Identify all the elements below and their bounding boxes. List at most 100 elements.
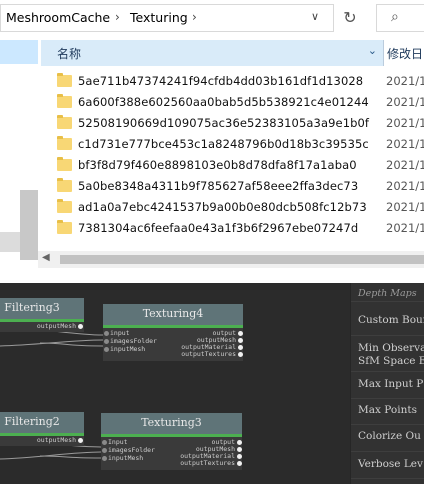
- file-explorer-window: MeshroomCache › Texturing › ∨ ↻ ⌕ 名称 ⌄ 修…: [0, 0, 424, 275]
- file-date: 2021/1: [386, 116, 424, 130]
- node-status-bar: [101, 434, 242, 437]
- list-item[interactable]: 7381304ac6feefaa0e43a1f3b6f2967ebe07247d…: [41, 218, 424, 239]
- output-port[interactable]: [238, 345, 243, 350]
- output-port[interactable]: [237, 454, 242, 459]
- attribute-custom-bounding[interactable]: Custom Bounding: [358, 314, 424, 326]
- output-port[interactable]: [238, 352, 243, 357]
- file-name: bf3f8d79f460e8898103e0b8d78dfa8f17a1aba0: [78, 158, 357, 172]
- input-port[interactable]: [104, 339, 109, 344]
- output-port[interactable]: [78, 324, 83, 329]
- address-bar[interactable]: MeshroomCache › Texturing › ∨: [0, 4, 334, 32]
- port-output-label: outputMesh: [36, 322, 76, 330]
- navigation-selected-item[interactable]: [0, 40, 38, 64]
- attribute-group-header: Depth Maps: [358, 288, 417, 299]
- list-item[interactable]: ad1a0a7ebc4241537b9a00b0e80dcb508fc12b73…: [41, 197, 424, 218]
- port-input-label: inputMesh: [108, 454, 144, 462]
- node-title: Texturing4: [103, 304, 243, 325]
- node-filtering3[interactable]: Filtering3 outputMesh: [0, 298, 84, 332]
- input-port[interactable]: [102, 440, 107, 445]
- attribute-min-observation[interactable]: Min Observation: [358, 342, 424, 354]
- address-dropdown-icon[interactable]: ∨: [311, 10, 319, 23]
- input-port[interactable]: [102, 456, 107, 461]
- divider: [351, 398, 424, 399]
- output-port[interactable]: [237, 447, 242, 452]
- file-date: 2021/1: [386, 221, 424, 235]
- navigation-pane-item[interactable]: [0, 232, 20, 252]
- input-port[interactable]: [104, 331, 109, 336]
- file-date: 2021/1: [386, 74, 424, 88]
- horizontal-scrollbar[interactable]: ◀: [38, 251, 424, 268]
- attribute-max-points[interactable]: Max Points: [358, 404, 417, 416]
- node-texturing3[interactable]: Texturing3 Input imagesFolder inputMesh …: [101, 413, 242, 470]
- node-title: Filtering3: [0, 298, 84, 319]
- output-port[interactable]: [238, 338, 243, 343]
- folder-icon: [57, 157, 72, 171]
- column-name-label: 名称: [57, 47, 82, 61]
- list-item[interactable]: 52508190669d109075ac36e52383105a3a9e1b0f…: [41, 113, 424, 134]
- input-port[interactable]: [104, 347, 109, 352]
- port-input-label: input: [110, 329, 130, 337]
- folder-icon: [57, 220, 72, 234]
- port-input-label: imagesFolder: [108, 446, 155, 454]
- file-name: 5a0be8348a4311b9f785627af58eee2ffa3dec73: [78, 179, 359, 193]
- file-name: 6a600f388e602560aa0bab5d5b538921c4e01244: [78, 95, 369, 109]
- input-port[interactable]: [102, 448, 107, 453]
- port-output-label: outputTextures: [181, 350, 236, 358]
- list-item[interactable]: 5a0be8348a4311b9f785627af58eee2ffa3dec73…: [41, 176, 424, 197]
- folder-icon: [57, 115, 72, 129]
- divider: [351, 451, 424, 452]
- divider: [351, 301, 424, 302]
- folder-icon: [57, 136, 72, 150]
- port-input-label: Input: [108, 438, 128, 446]
- file-date: 2021/1: [386, 95, 424, 109]
- file-name: ad1a0a7ebc4241537b9a00b0e80dcb508fc12b73: [78, 200, 367, 214]
- attribute-sfm-space[interactable]: SfM Space E: [358, 355, 424, 367]
- divider: [351, 424, 424, 425]
- node-filtering2[interactable]: Filtering2 outputMesh: [0, 412, 84, 446]
- list-item[interactable]: c1d731e777bce453c1a8248796b0d18b3c39535c…: [41, 134, 424, 155]
- column-header-name[interactable]: 名称 ⌄: [41, 40, 384, 66]
- scroll-left-icon[interactable]: ◀: [42, 252, 50, 263]
- output-port[interactable]: [237, 461, 242, 466]
- output-port[interactable]: [78, 438, 83, 443]
- folder-icon: [57, 199, 72, 213]
- node-title: Texturing3: [101, 413, 242, 434]
- list-item[interactable]: 5ae711b47374241f94cfdb4dd03b161df1d13028…: [41, 71, 424, 92]
- list-item[interactable]: 6a600f388e602560aa0bab5d5b538921c4e01244…: [41, 92, 424, 113]
- horizontal-scrollbar-thumb[interactable]: [60, 255, 424, 264]
- navigation-pane[interactable]: [0, 40, 38, 260]
- file-name: c1d731e777bce453c1a8248796b0d18b3c39535c: [78, 137, 369, 151]
- port-output-label: outputMesh: [36, 436, 76, 444]
- file-name: 7381304ac6feefaa0e43a1f3b6f2967ebe07247d: [78, 221, 359, 235]
- search-icon: ⌕: [391, 9, 399, 25]
- column-date-label: 修改日: [387, 47, 424, 61]
- file-date: 2021/1: [386, 137, 424, 151]
- output-port[interactable]: [237, 440, 242, 445]
- attribute-max-input-points[interactable]: Max Input P: [358, 378, 423, 390]
- file-name: 5ae711b47374241f94cfdb4dd03b161df1d13028: [78, 74, 364, 88]
- file-date: 2021/1: [386, 200, 424, 214]
- breadcrumb-separator-icon[interactable]: ›: [115, 10, 120, 24]
- divider: [351, 335, 424, 336]
- navigation-scrollbar-thumb[interactable]: [20, 190, 38, 260]
- breadcrumb-separator-icon[interactable]: ›: [192, 10, 197, 24]
- node-graph-editor[interactable]: Filtering3 outputMesh Texturing4 input i…: [0, 283, 350, 484]
- attribute-verbose-level[interactable]: Verbose Lev: [358, 458, 423, 470]
- breadcrumb-texturing[interactable]: Texturing: [130, 10, 188, 25]
- output-port[interactable]: [238, 331, 243, 336]
- sort-chevron-icon[interactable]: ⌄: [368, 44, 377, 57]
- list-item[interactable]: bf3f8d79f460e8898103e0b8d78dfa8f17a1aba0…: [41, 155, 424, 176]
- divider: [351, 478, 424, 479]
- attribute-colorize-output[interactable]: Colorize Ou: [358, 430, 421, 442]
- file-date: 2021/1: [386, 179, 424, 193]
- search-box[interactable]: ⌕: [376, 4, 424, 32]
- node-texturing4[interactable]: Texturing4 input imagesFolder inputMesh …: [103, 304, 243, 361]
- folder-icon: [57, 73, 72, 87]
- refresh-icon[interactable]: ↻: [336, 4, 364, 32]
- breadcrumb-meshroomcache[interactable]: MeshroomCache: [6, 10, 110, 25]
- folder-icon: [57, 178, 72, 192]
- attribute-panel: Depth Maps Custom Bounding Min Observati…: [350, 283, 424, 484]
- folder-icon: [57, 94, 72, 108]
- column-header-date[interactable]: 修改日: [386, 40, 424, 66]
- node-status-bar: [103, 325, 243, 328]
